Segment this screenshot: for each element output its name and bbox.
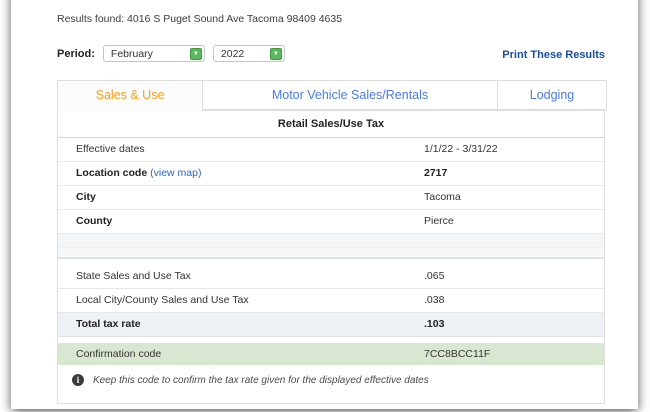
dropdown-arrow-icon[interactable]: ▼ [270,48,282,60]
tab-bar: Sales & Use Motor Vehicle Sales/Rentals … [57,80,607,111]
location-code-label: Location code [76,167,147,179]
empty-spacer-row [58,234,604,248]
row-label: Confirmation code [76,343,161,365]
page-content: Results found: 4016 S Puget Sound Ave Ta… [11,0,638,409]
confirmation-code-value: 7CC8BCC11F [424,343,490,365]
table-row-effective-dates: Effective dates 1/1/22 - 3/31/22 [58,138,604,162]
tab-sales-and-use[interactable]: Sales & Use [57,80,203,111]
tab-lodging[interactable]: Lodging [497,80,607,110]
row-value: Pierce [424,210,454,233]
period-month-value: February [111,48,153,60]
table-row-county: County Pierce [58,210,604,234]
row-label: City [76,186,96,209]
results-page: Results found: 4016 S Puget Sound Ave Ta… [11,0,638,409]
sales-use-tax-card: Retail Sales/Use Tax Effective dates 1/1… [57,110,605,404]
row-label: County [76,210,112,233]
table-row-location-code: Location code (view map) 2717 [58,162,604,186]
tab-motor-vehicle-sales-rentals[interactable]: Motor Vehicle Sales/Rentals [202,80,498,110]
results-found-text: Results found: 4016 S Puget Sound Ave Ta… [57,13,342,25]
table-title: Retail Sales/Use Tax [58,111,604,138]
row-value: 2717 [424,162,447,185]
info-icon: i [72,374,84,386]
period-selector-row: Period: February ▼ 2022 ▼ [57,45,285,62]
empty-spacer-row [58,248,604,259]
table-row-local-sales-tax: Local City/County Sales and Use Tax .038 [58,289,604,313]
period-label: Period: [57,48,95,60]
dropdown-arrow-icon[interactable]: ▼ [190,48,202,60]
confirmation-note-text: Keep this code to confirm the tax rate g… [93,374,429,386]
row-value: Tacoma [424,186,461,209]
row-label: Location code (view map) [76,162,201,185]
row-label: Local City/County Sales and Use Tax [76,289,249,312]
period-year-value: 2022 [221,48,244,60]
period-year-select[interactable]: 2022 ▼ [213,45,285,62]
print-these-results-link[interactable]: Print These Results [502,49,605,61]
period-month-select[interactable]: February ▼ [103,45,205,62]
row-value: .038 [424,289,444,312]
table-row-total-tax-rate: Total tax rate .103 [58,313,604,337]
table-row-confirmation-code: Confirmation code 7CC8BCC11F [58,343,604,365]
row-label: Effective dates [76,138,145,161]
row-value: .103 [424,313,444,336]
row-value: 1/1/22 - 3/31/22 [424,138,498,161]
table-row-city: City Tacoma [58,186,604,210]
row-value: .065 [424,265,444,288]
table-row-state-sales-tax: State Sales and Use Tax .065 [58,265,604,289]
view-map-link[interactable]: (view map) [150,167,201,179]
row-label: Total tax rate [76,313,141,336]
row-label: State Sales and Use Tax [76,265,191,288]
confirmation-note: i Keep this code to confirm the tax rate… [58,365,604,386]
